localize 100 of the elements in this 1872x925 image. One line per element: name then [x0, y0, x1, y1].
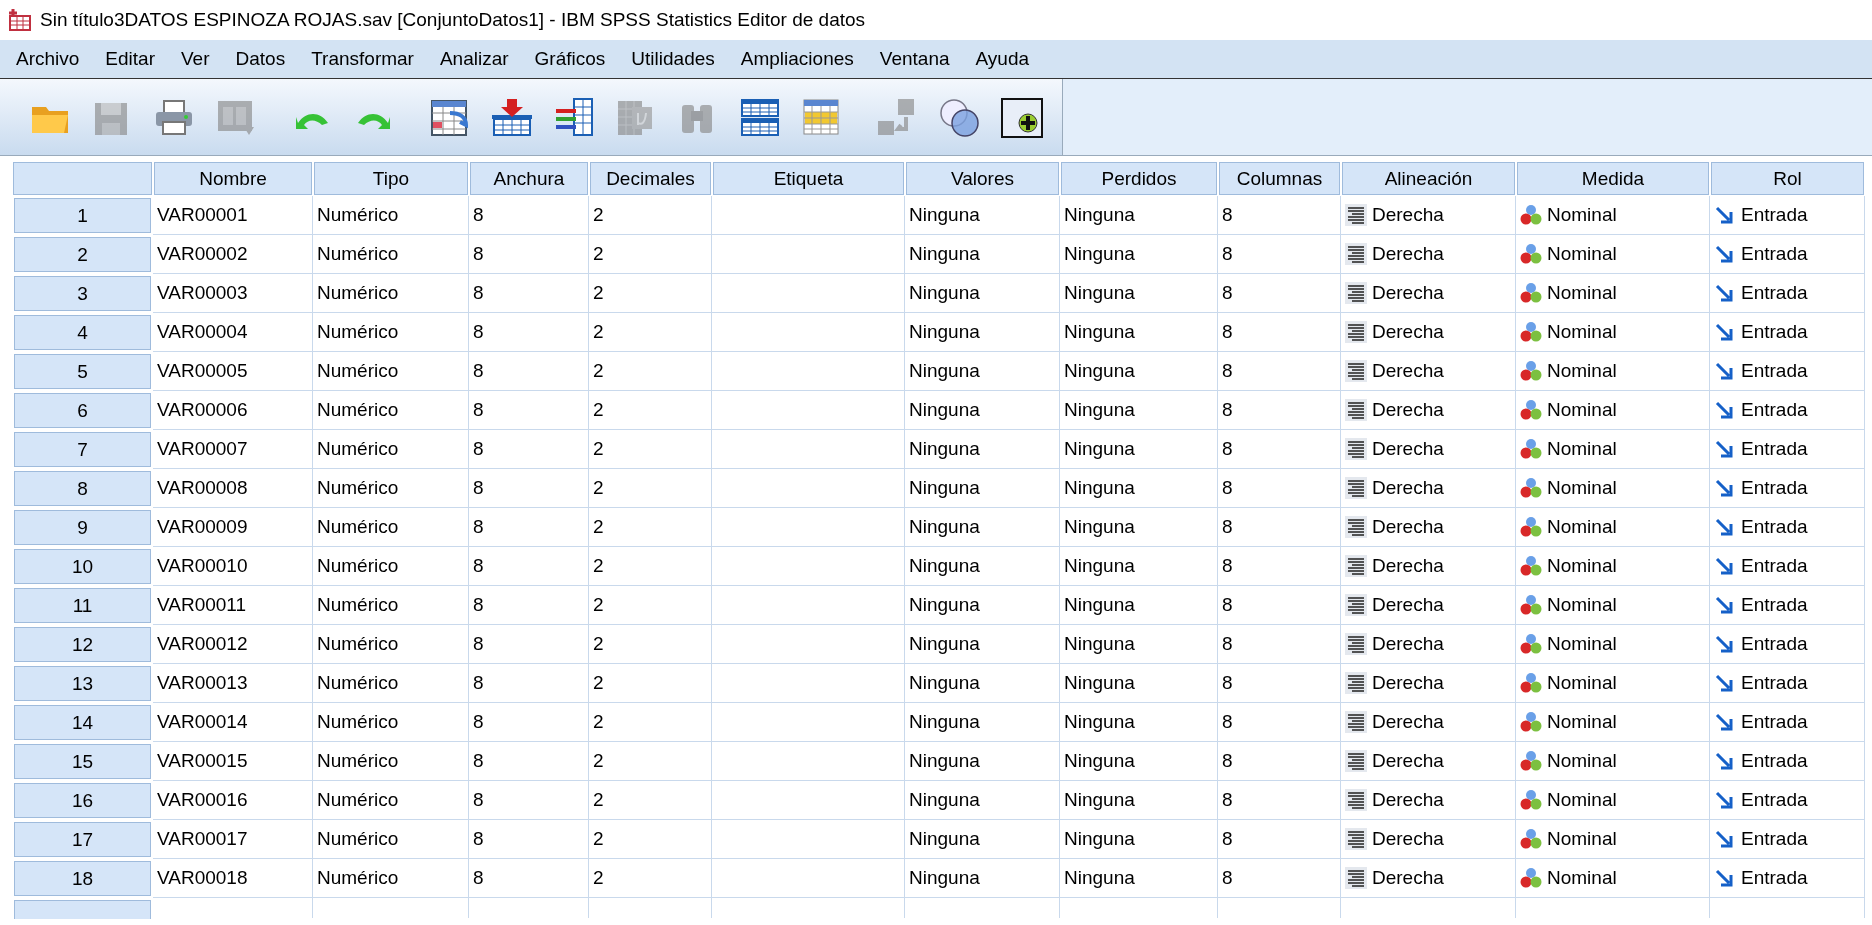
table-cell: Ninguna [905, 859, 1060, 898]
nominal-icon [1520, 828, 1542, 850]
table-cell: 2 [589, 430, 712, 469]
column-header[interactable]: Rol [1711, 162, 1864, 195]
row-number[interactable]: 11 [14, 588, 151, 623]
table-cell: Ninguna [905, 547, 1060, 586]
arrow-icon [1714, 399, 1736, 421]
table-cell: 8 [1218, 664, 1341, 703]
table-cell: 8 [469, 235, 589, 274]
table-cell-text: Derecha [1372, 438, 1444, 460]
row-number[interactable]: 5 [14, 354, 151, 389]
table-cell: 8 [469, 430, 589, 469]
table-cell: 8 [1218, 391, 1341, 430]
nominal-icon [1520, 477, 1542, 499]
table-cell: Numérico [313, 664, 469, 703]
align-right-icon [1345, 282, 1367, 304]
table-cell: 8 [469, 703, 589, 742]
nominal-icon [1520, 516, 1542, 538]
column-header[interactable]: Decimales [590, 162, 711, 195]
arrow-icon [1714, 828, 1736, 850]
table-cell: Numérico [313, 313, 469, 352]
menu-item[interactable]: Gráficos [524, 44, 616, 74]
table-cell: 8 [469, 547, 589, 586]
table-cell-text: Nominal [1547, 828, 1617, 850]
column-header[interactable]: Columnas [1219, 162, 1340, 195]
table-cell: Numérico [313, 430, 469, 469]
align-right-icon [1345, 477, 1367, 499]
column-header[interactable]: Medida [1517, 162, 1709, 195]
table-cell-text: Nominal [1547, 672, 1617, 694]
arrow-icon [1714, 438, 1736, 460]
table-cell-text: Derecha [1372, 477, 1444, 499]
row-number[interactable]: 4 [14, 315, 151, 350]
row-number[interactable] [14, 900, 151, 919]
table-cell: Numérico [313, 469, 469, 508]
row-number[interactable]: 14 [14, 705, 151, 740]
nominal-icon [1520, 243, 1542, 265]
table-cell: 2 [589, 469, 712, 508]
nominal-icon [1520, 672, 1542, 694]
row-number[interactable]: 3 [14, 276, 151, 311]
menu-item[interactable]: Datos [225, 44, 296, 74]
table-cell: 8 [469, 781, 589, 820]
table-cell: Ninguna [905, 313, 1060, 352]
table-cell-text: Derecha [1372, 672, 1444, 694]
table-cell: Ninguna [905, 352, 1060, 391]
menu-item[interactable]: Editar [95, 44, 165, 74]
table-cell: Ninguna [905, 742, 1060, 781]
column-header[interactable]: Anchura [470, 162, 588, 195]
column-header[interactable]: Perdidos [1061, 162, 1217, 195]
menu-item[interactable]: Transformar [301, 44, 424, 74]
menu-item[interactable]: Analizar [429, 44, 519, 74]
row-number[interactable]: 10 [14, 549, 151, 584]
table-cell: Ninguna [1060, 274, 1218, 313]
menu-item[interactable]: Archivo [6, 44, 90, 74]
table-cell: Numérico [313, 547, 469, 586]
align-right-icon [1345, 633, 1367, 655]
table-cell: Ninguna [1060, 469, 1218, 508]
row-number[interactable]: 16 [14, 783, 151, 818]
column-header[interactable]: Nombre [154, 162, 312, 195]
table-cell: Ninguna [1060, 352, 1218, 391]
table-cell: 2 [589, 742, 712, 781]
table-cell: Ninguna [1060, 820, 1218, 859]
table-cell: Ninguna [1060, 781, 1218, 820]
table-cell: 8 [1218, 859, 1341, 898]
row-number[interactable]: 6 [14, 393, 151, 428]
table-cell-text: Entrada [1741, 438, 1808, 460]
table-cell-text: Derecha [1372, 321, 1444, 343]
column-header[interactable]: Valores [906, 162, 1059, 195]
table-cell: Ninguna [905, 391, 1060, 430]
row-number[interactable]: 8 [14, 471, 151, 506]
menu-item[interactable]: Ver [171, 44, 220, 74]
table-cell: 8 [1218, 196, 1341, 235]
row-number[interactable]: 7 [14, 432, 151, 467]
row-number[interactable]: 12 [14, 627, 151, 662]
menu-item[interactable]: Ventana [869, 44, 960, 74]
arrow-icon [1714, 243, 1736, 265]
table-cell: 2 [589, 352, 712, 391]
arrow-icon [1714, 789, 1736, 811]
menu-item[interactable]: Utilidades [621, 44, 725, 74]
row-number[interactable]: 13 [14, 666, 151, 701]
align-right-icon [1345, 672, 1367, 694]
nominal-icon [1520, 399, 1542, 421]
column-header[interactable]: Tipo [314, 162, 468, 195]
row-number[interactable]: 17 [14, 822, 151, 857]
row-number[interactable]: 18 [14, 861, 151, 896]
menu-item[interactable]: Ampliaciones [730, 44, 864, 74]
table-cell: VAR00015 [153, 742, 313, 781]
align-right-icon [1345, 321, 1367, 343]
column-header[interactable]: Alineación [1342, 162, 1515, 195]
row-number[interactable]: 15 [14, 744, 151, 779]
table-cell: Numérico [313, 196, 469, 235]
table-cell-text: Nominal [1547, 243, 1617, 265]
row-number[interactable]: 2 [14, 237, 151, 272]
row-number[interactable]: 1 [14, 198, 151, 233]
table-cell: VAR00001 [153, 196, 313, 235]
align-right-icon [1345, 789, 1367, 811]
menu-item[interactable]: Ayuda [965, 44, 1040, 74]
column-header[interactable]: Etiqueta [713, 162, 904, 195]
table-cell: 2 [589, 703, 712, 742]
row-number[interactable]: 9 [14, 510, 151, 545]
arrow-icon [1714, 282, 1736, 304]
